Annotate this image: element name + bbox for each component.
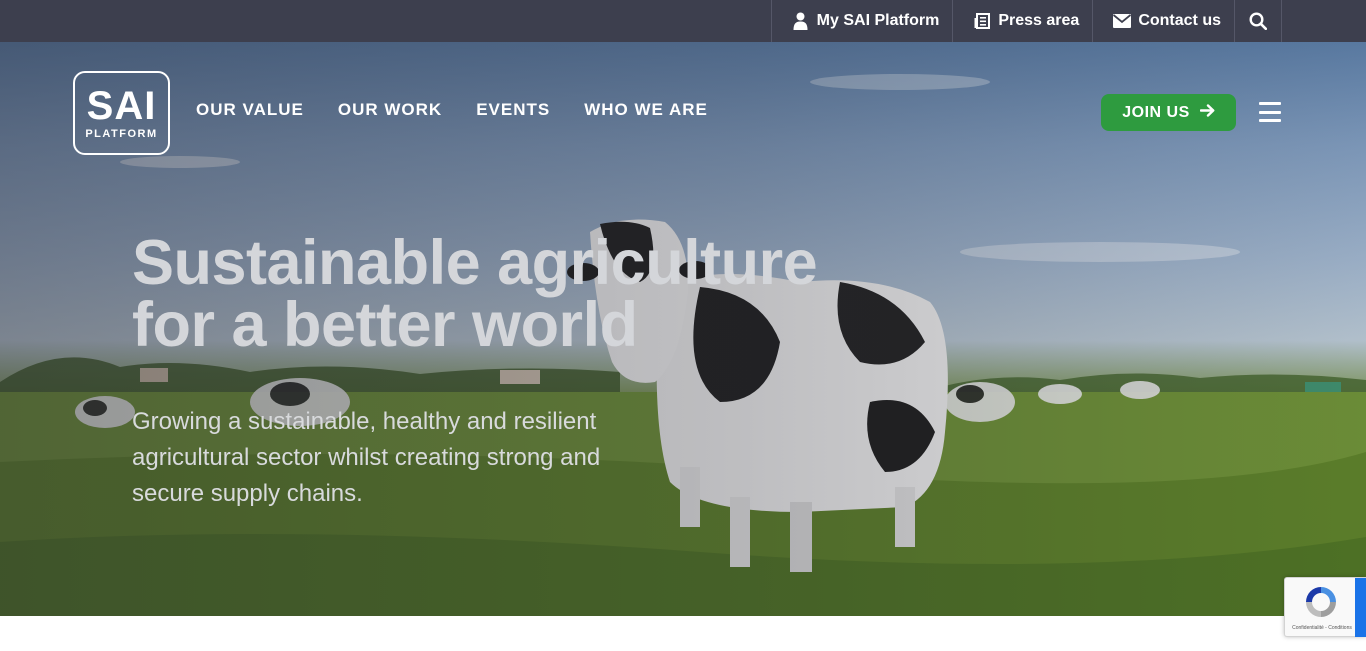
hero-section: SAI PLATFORM OUR VALUE OUR WORK EVENTS W… — [0, 42, 1366, 616]
nav-our-work[interactable]: OUR WORK — [338, 100, 442, 120]
nav-events[interactable]: EVENTS — [476, 100, 550, 120]
main-navigation: OUR VALUE OUR WORK EVENTS WHO WE ARE — [196, 100, 708, 120]
nav-who-we-are[interactable]: WHO WE ARE — [584, 100, 708, 120]
search-icon — [1249, 12, 1267, 30]
logo-wordmark: SAI — [86, 84, 157, 128]
my-sai-platform-label: My SAI Platform — [816, 12, 940, 29]
my-sai-platform-link[interactable]: My SAI Platform — [772, 0, 954, 42]
hamburger-menu-icon[interactable] — [1259, 102, 1281, 122]
recaptcha-terms[interactable]: Confidentialité - Conditions — [1287, 625, 1357, 631]
nav-our-value[interactable]: OUR VALUE — [196, 100, 304, 120]
logo-subtitle: PLATFORM — [85, 128, 158, 140]
hero-title-line-1: Sustainable agriculture — [132, 228, 818, 298]
hero-title-line-2: for a better world — [132, 290, 638, 360]
newspaper-icon — [973, 12, 991, 30]
sai-platform-logo[interactable]: SAI PLATFORM — [73, 71, 170, 155]
user-icon — [792, 12, 810, 30]
recaptcha-strip — [1355, 578, 1366, 637]
contact-us-link[interactable]: Contact us — [1093, 0, 1235, 42]
envelope-icon — [1113, 12, 1132, 30]
recaptcha-icon — [1306, 587, 1336, 617]
recaptcha-badge[interactable]: Confidentialité - Conditions — [1284, 577, 1366, 637]
hero-subtitle: Growing a sustainable, healthy and resil… — [132, 408, 601, 507]
join-us-label: JOIN US — [1122, 103, 1190, 121]
top-utility-bar: My SAI Platform Press area Contact us — [0, 0, 1366, 42]
search-button[interactable] — [1235, 0, 1282, 42]
contact-us-label: Contact us — [1138, 12, 1221, 29]
utility-links: My SAI Platform Press area Contact us — [770, 0, 1282, 42]
hero-title: Sustainable agriculture for a better wor… — [132, 232, 892, 357]
press-area-link[interactable]: Press area — [953, 0, 1094, 42]
join-us-button[interactable]: JOIN US — [1101, 94, 1236, 131]
press-area-label: Press area — [998, 12, 1080, 29]
arrow-right-icon — [1199, 103, 1215, 122]
